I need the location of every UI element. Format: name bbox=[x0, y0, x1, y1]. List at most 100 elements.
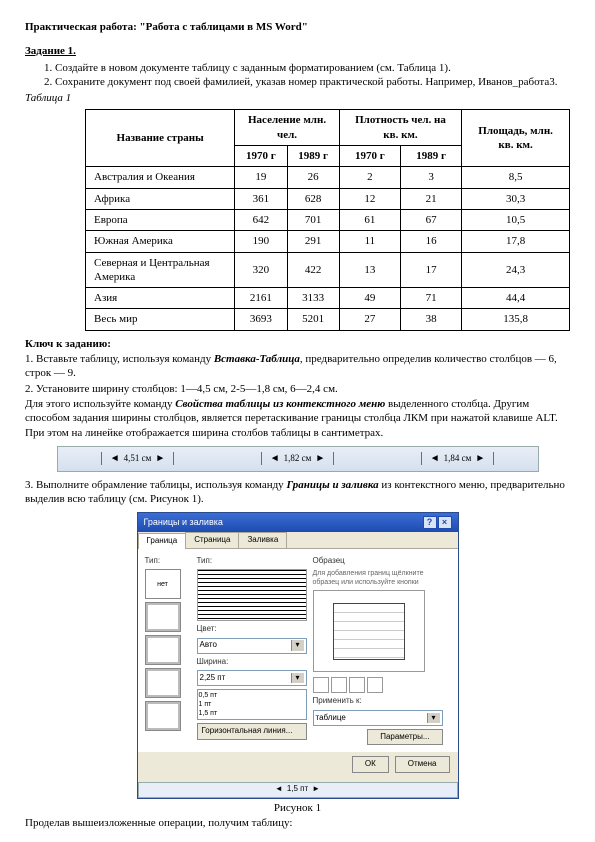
cell: Африка bbox=[86, 188, 235, 209]
command-name: Вставка-Таблица bbox=[214, 353, 300, 365]
cell: 291 bbox=[287, 231, 339, 252]
cell: 21 bbox=[400, 188, 461, 209]
borders-dialog: Границы и заливка ?× Граница Страница За… bbox=[137, 512, 459, 798]
tab-fill[interactable]: Заливка bbox=[238, 532, 287, 547]
cell: 17,8 bbox=[462, 231, 570, 252]
preview-box[interactable] bbox=[313, 590, 425, 672]
th-y2b: 1989 г bbox=[400, 146, 461, 167]
thumb-none[interactable]: нет bbox=[145, 569, 181, 599]
hline-button[interactable]: Горизонтальная линия... bbox=[197, 723, 307, 739]
text: Для этого используйте команду bbox=[25, 398, 175, 410]
style-column: Тип: Цвет: Авто▾ Ширина: 2,25 пт▾ 0,5 пт… bbox=[197, 556, 307, 745]
width-label: Ширина: bbox=[197, 657, 307, 667]
apply-select[interactable]: таблице▾ bbox=[313, 710, 443, 726]
ruler-segment: ◄1,84 см► bbox=[421, 452, 495, 465]
th-y1: 1970 г bbox=[235, 146, 287, 167]
text: 3. Выполните обрамление таблицы, использ… bbox=[25, 479, 286, 491]
cell: 3693 bbox=[235, 309, 287, 330]
type-label: Тип: bbox=[145, 556, 191, 566]
figure-caption: Рисунок 1 bbox=[25, 801, 570, 815]
cell: 422 bbox=[287, 252, 339, 288]
cell: 3133 bbox=[287, 288, 339, 309]
ruler-value: 4,51 см bbox=[124, 453, 152, 465]
chevron-down-icon: ▾ bbox=[291, 673, 304, 683]
cell: 701 bbox=[287, 209, 339, 230]
chevron-down-icon: ▾ bbox=[427, 713, 440, 723]
task1-heading: Задание 1. bbox=[25, 44, 570, 58]
cell: 27 bbox=[339, 309, 400, 330]
width-option[interactable]: 0,5 пт bbox=[199, 691, 305, 700]
command-name: Свойства таблицы из контекстного меню bbox=[175, 398, 385, 410]
width-select[interactable]: 2,25 пт▾ bbox=[197, 670, 307, 686]
arrow-left-icon: ◄ bbox=[270, 452, 280, 465]
ok-button[interactable]: ОК bbox=[352, 756, 389, 772]
cell: 30,3 bbox=[462, 188, 570, 209]
dialog-tabs: Граница Страница Заливка bbox=[138, 532, 458, 548]
border-buttons bbox=[313, 677, 443, 693]
ruler-value: 1,84 см bbox=[444, 453, 472, 465]
cell: 17 bbox=[400, 252, 461, 288]
cell: 2 bbox=[339, 167, 400, 188]
width-options[interactable]: 0,5 пт 1 пт 1,5 пт bbox=[197, 689, 307, 720]
cell: 11 bbox=[339, 231, 400, 252]
params-button[interactable]: Параметры... bbox=[367, 729, 442, 745]
task1-item: Сохраните документ под своей фамилией, у… bbox=[55, 75, 570, 89]
key-p2: 2. Установите ширину столбцов: 1—4,5 см,… bbox=[25, 382, 570, 396]
width-option[interactable]: 1 пт bbox=[199, 700, 305, 709]
border-diag-icon[interactable] bbox=[367, 677, 383, 693]
cell: 2161 bbox=[235, 288, 287, 309]
ruler-bottom: ◄ 1,5 пт ► bbox=[138, 782, 458, 798]
page-title: Практическая работа: "Работа с таблицами… bbox=[25, 20, 570, 34]
th-density: Плотность чел. на кв. км. bbox=[339, 110, 461, 146]
ruler-illustration: ◄4,51 см► ◄1,82 см► ◄1,84 см► bbox=[57, 446, 539, 472]
type-column: Тип: нет bbox=[145, 556, 191, 745]
cell: Северная и Центральная Америка bbox=[86, 252, 235, 288]
table-row: Северная и Центральная Америка3204221317… bbox=[86, 252, 570, 288]
arrow-right-icon: ► bbox=[315, 452, 325, 465]
cell: Австралия и Океания bbox=[86, 167, 235, 188]
key-p1: 1. Вставьте таблицу, используя команду В… bbox=[25, 352, 570, 381]
th-area: Площадь, млн. кв. км. bbox=[462, 110, 570, 167]
cancel-button[interactable]: Отмена bbox=[395, 756, 450, 772]
th-y1b: 1970 г bbox=[339, 146, 400, 167]
tab-border[interactable]: Граница bbox=[138, 533, 187, 548]
help-icon[interactable]: ? bbox=[423, 516, 437, 529]
ruler-segment: ◄4,51 см► bbox=[101, 452, 175, 465]
border-top-icon[interactable] bbox=[313, 677, 329, 693]
thumb-all[interactable] bbox=[145, 635, 181, 665]
arrow-left-icon: ◄ bbox=[275, 784, 283, 794]
table-row: Европа642701616710,5 bbox=[86, 209, 570, 230]
cell: 135,8 bbox=[462, 309, 570, 330]
border-bot-icon[interactable] bbox=[349, 677, 365, 693]
cell: 10,5 bbox=[462, 209, 570, 230]
border-mid-icon[interactable] bbox=[331, 677, 347, 693]
window-buttons: ?× bbox=[422, 516, 452, 529]
cell: Южная Америка bbox=[86, 231, 235, 252]
cell: 67 bbox=[400, 209, 461, 230]
chevron-down-icon: ▾ bbox=[291, 640, 304, 650]
task1-item: Создайте в новом документе таблицу с зад… bbox=[55, 61, 570, 75]
cell: Азия bbox=[86, 288, 235, 309]
sample-label: Образец bbox=[313, 556, 443, 566]
thumb-custom[interactable] bbox=[145, 701, 181, 731]
cell: 49 bbox=[339, 288, 400, 309]
table-row: Южная Америка190291111617,8 bbox=[86, 231, 570, 252]
thumb-box[interactable] bbox=[145, 602, 181, 632]
task1-list: Создайте в новом документе таблицу с зад… bbox=[55, 61, 570, 90]
cell: 361 bbox=[235, 188, 287, 209]
cell: 320 bbox=[235, 252, 287, 288]
line-style-list[interactable] bbox=[197, 569, 307, 621]
dialog-title-text: Границы и заливка bbox=[144, 517, 223, 529]
close-icon[interactable]: × bbox=[438, 516, 452, 529]
data-table: Название страны Население млн. чел. Плот… bbox=[85, 109, 570, 330]
width-option[interactable]: 1,5 пт bbox=[199, 709, 305, 718]
arrow-right-icon: ► bbox=[475, 452, 485, 465]
color-select[interactable]: Авто▾ bbox=[197, 638, 307, 654]
cell: 3 bbox=[400, 167, 461, 188]
final-line: Проделав вышеизложенные операции, получи… bbox=[25, 816, 570, 830]
cell: 71 bbox=[400, 288, 461, 309]
table-row: Азия21613133497144,4 bbox=[86, 288, 570, 309]
thumb-grid[interactable] bbox=[145, 668, 181, 698]
cell: 13 bbox=[339, 252, 400, 288]
tab-page[interactable]: Страница bbox=[185, 532, 239, 547]
